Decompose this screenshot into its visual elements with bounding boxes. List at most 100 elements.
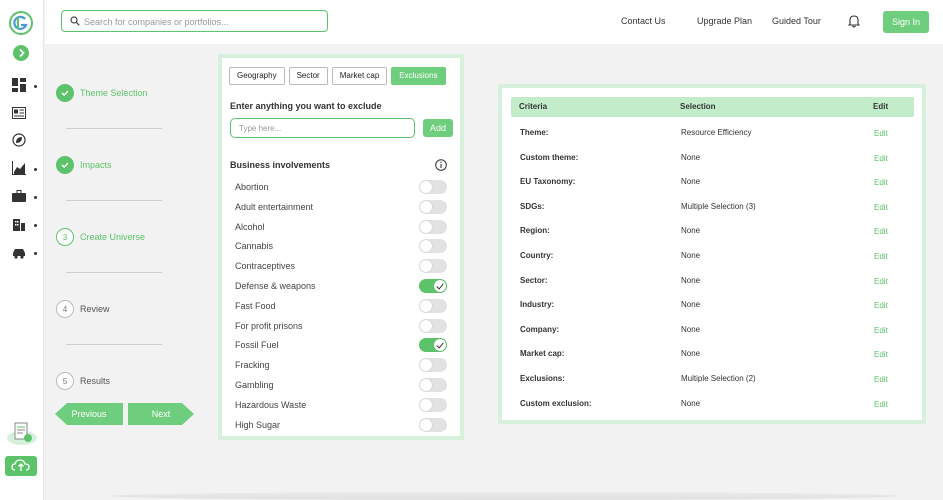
summary-row: Sector: None Edit — [502, 276, 922, 300]
step-review[interactable]: 4 Review — [56, 300, 110, 318]
sidebar-item-impact[interactable] — [12, 133, 40, 149]
criteria-label: EU Taxonomy: — [520, 177, 576, 187]
sidebar-item-portfolio[interactable] — [12, 189, 40, 205]
add-exclusion-button[interactable]: Add — [423, 119, 453, 137]
icon-rail — [0, 0, 44, 500]
edit-link[interactable]: Edit — [874, 227, 888, 236]
newspaper-icon — [12, 107, 26, 119]
business-involvement-label: Abortion — [235, 182, 269, 192]
business-involvement-label: High Sugar — [235, 419, 281, 430]
tab-geography[interactable]: Geography — [229, 67, 285, 85]
sidebar-item-transport[interactable] — [12, 245, 40, 261]
edit-link[interactable]: Edit — [874, 252, 888, 261]
sign-in-button[interactable]: Sign In — [883, 11, 929, 33]
summary-row: Theme: Resource Efficiency Edit — [502, 128, 922, 152]
illustration-icon — [7, 422, 37, 445]
tab-market-cap[interactable]: Market cap — [331, 67, 388, 85]
search-icon — [70, 16, 80, 26]
page-shadow — [110, 492, 900, 500]
business-involvement-label: Hazardous Waste — [235, 399, 307, 410]
edit-link[interactable]: Edit — [874, 129, 888, 138]
business-involvement-row: Alcohol — [222, 218, 460, 238]
edit-link[interactable]: Edit — [874, 350, 888, 359]
sidebar-item-news[interactable] — [12, 106, 40, 122]
edit-link[interactable]: Edit — [874, 178, 888, 187]
sidebar-item-dashboard[interactable] — [12, 78, 40, 94]
exclusion-toggle[interactable] — [419, 259, 447, 274]
business-involvement-row: Fracking — [222, 356, 460, 376]
exclusion-toggle[interactable] — [419, 417, 447, 432]
step-label: Create Universe — [80, 232, 146, 242]
edit-link[interactable]: Edit — [874, 326, 888, 335]
edit-link[interactable]: Edit — [874, 375, 888, 384]
next-button[interactable]: Next — [128, 403, 194, 425]
dashboard-icon — [12, 78, 26, 92]
line-chart-icon — [12, 161, 26, 175]
selection-value: None — [681, 275, 701, 285]
exclusion-toggle[interactable] — [419, 358, 447, 373]
step-impacts[interactable]: Impacts — [56, 156, 112, 174]
business-involvement-row: Defense & weapons — [222, 277, 460, 297]
selection-value: Multiple Selection (3) — [681, 201, 756, 211]
tab-sector[interactable]: Sector — [288, 67, 328, 85]
cloud-upload-icon — [11, 459, 30, 471]
summary-row: Company: None Edit — [502, 325, 922, 349]
exclusion-toggle[interactable] — [419, 239, 447, 254]
business-involvement-row: Adult entertainment — [222, 198, 460, 218]
exclusion-input[interactable] — [230, 118, 415, 138]
exclusion-toggle[interactable] — [419, 278, 447, 293]
exclusion-toggle[interactable] — [419, 338, 447, 353]
exclusion-toggle[interactable] — [419, 298, 447, 313]
step-theme-selection[interactable]: Theme Selection — [56, 84, 148, 102]
step-results[interactable]: 5 Results — [56, 372, 110, 390]
sidebar-item-analytics[interactable] — [12, 161, 40, 177]
criteria-label: Market cap: — [520, 349, 565, 359]
info-icon[interactable] — [435, 159, 447, 171]
edit-link[interactable]: Edit — [874, 154, 888, 163]
business-involvement-label: For profit prisons — [235, 320, 303, 331]
vehicle-icon — [13, 249, 25, 259]
previous-button[interactable]: Previous — [55, 403, 123, 425]
summary-row: SDGs: Multiple Selection (3) Edit — [502, 202, 922, 226]
summary-row: Market cap: None Edit — [502, 349, 922, 373]
exclusion-toggle[interactable] — [419, 199, 447, 214]
exclusion-toggle[interactable] — [419, 219, 447, 234]
upload-button[interactable] — [5, 456, 37, 476]
business-involvement-row: Hazardous Waste — [222, 396, 460, 416]
criteria-label: Country: — [520, 251, 554, 260]
edit-link[interactable]: Edit — [874, 277, 888, 286]
sidebar-item-companies[interactable] — [12, 217, 40, 233]
step-create-universe[interactable]: 3 Create Universe — [56, 228, 145, 246]
criteria-label: Custom exclusion: — [520, 398, 592, 408]
tab-exclusions[interactable]: Exclusions — [391, 67, 446, 85]
contact-us-link[interactable]: Contact Us — [621, 16, 666, 26]
business-involvements-title: Business involvements — [230, 160, 331, 170]
bell-icon[interactable] — [848, 14, 860, 28]
app-logo[interactable] — [9, 11, 33, 35]
exclusion-toggle[interactable] — [419, 397, 447, 412]
summary-header: Criteria Selection Edit — [511, 97, 914, 117]
edit-link[interactable]: Edit — [874, 203, 888, 212]
briefcase-icon — [12, 190, 26, 202]
upgrade-plan-link[interactable]: Upgrade Plan — [697, 16, 752, 26]
edit-link[interactable]: Edit — [874, 400, 888, 409]
filter-tabs: Geography Sector Market cap Exclusions — [229, 67, 446, 85]
edit-link[interactable]: Edit — [874, 301, 888, 310]
building-icon — [13, 219, 25, 231]
exclusion-toggle[interactable] — [419, 377, 447, 392]
exclusion-toggle[interactable] — [419, 437, 447, 440]
selection-value: None — [681, 324, 701, 334]
business-involvement-label: Contraceptives — [235, 261, 296, 272]
guided-tour-link[interactable]: Guided Tour — [772, 16, 821, 26]
criteria-summary-panel: Criteria Selection Edit Theme: Resource E… — [498, 84, 926, 424]
search-box[interactable] — [61, 10, 328, 32]
search-input[interactable] — [84, 14, 319, 29]
business-involvement-label: Nuclear Power — [235, 439, 294, 440]
expand-sidebar-button[interactable] — [13, 45, 29, 61]
edit-header: Edit — [873, 102, 889, 111]
exclusion-toggle[interactable] — [419, 318, 447, 333]
exclusion-toggle[interactable] — [419, 180, 447, 194]
business-involvement-label: Fracking — [235, 360, 270, 371]
step-label: Impacts — [80, 160, 112, 170]
check-icon — [56, 84, 74, 102]
